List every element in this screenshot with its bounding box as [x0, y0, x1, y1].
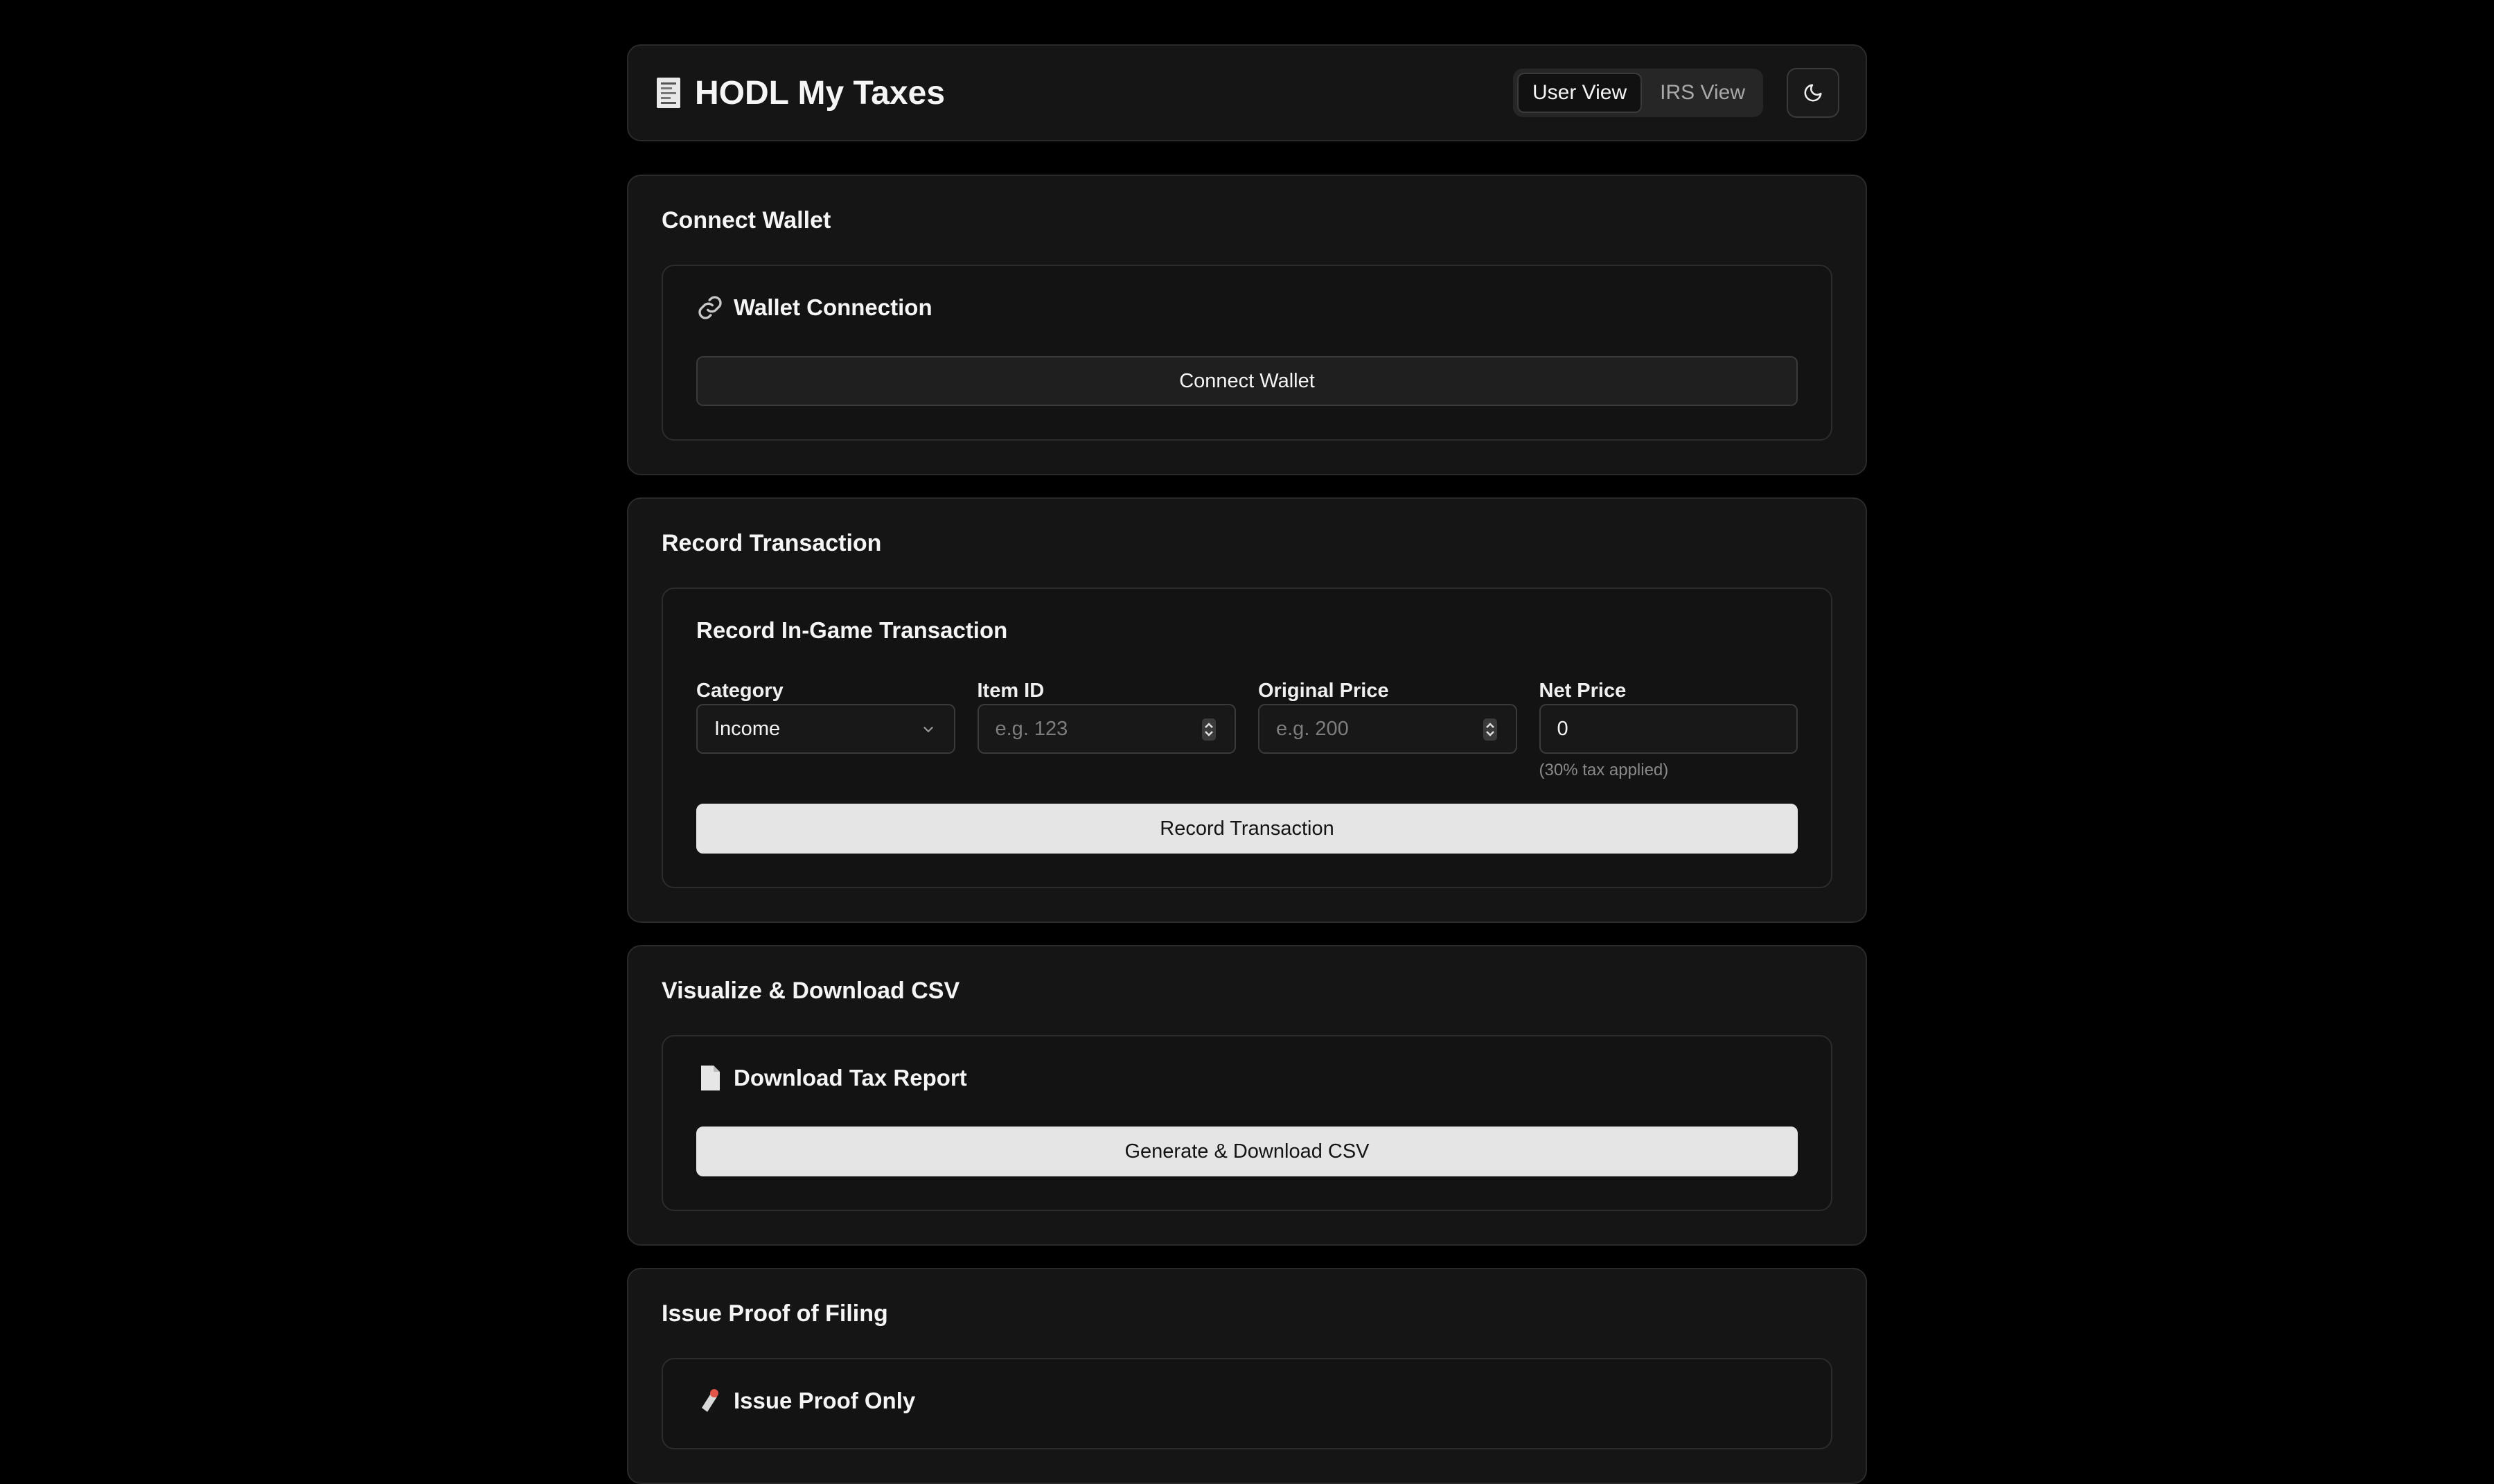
- item-id-label: Item ID: [977, 680, 1045, 702]
- category-select[interactable]: Income: [696, 704, 955, 754]
- generate-csv-button[interactable]: Generate & Download CSV: [696, 1127, 1798, 1176]
- original-price-placeholder: e.g. 200: [1276, 717, 1349, 740]
- connect-wallet-section: Connect Wallet Wallet Connection Connect…: [627, 175, 1867, 475]
- card-title: Record In-Game Transaction: [696, 617, 1008, 643]
- original-price-field: Original Price e.g. 200: [1258, 679, 1517, 780]
- item-id-field: Item ID e.g. 123: [977, 679, 1236, 780]
- original-price-label: Original Price: [1258, 680, 1389, 702]
- section-title: Issue Proof of Filing: [662, 1300, 888, 1327]
- item-id-placeholder: e.g. 123: [995, 717, 1068, 740]
- view-toggle: User View IRS View: [1513, 69, 1763, 117]
- app-container: HODL My Taxes User View IRS View Connect…: [627, 44, 1867, 1484]
- net-price-field: Net Price 0 (30% tax applied): [1539, 679, 1798, 780]
- stepper-icon[interactable]: [1201, 718, 1217, 741]
- moon-icon: [1804, 84, 1822, 102]
- stepper-icon[interactable]: [1483, 718, 1498, 741]
- item-id-input[interactable]: e.g. 123: [977, 704, 1236, 754]
- wallet-connection-card: Wallet Connection Connect Wallet: [662, 265, 1832, 441]
- issue-proof-card: Issue Proof Only: [662, 1358, 1832, 1449]
- app-title: HODL My Taxes: [655, 74, 945, 112]
- theme-toggle-button[interactable]: [1787, 68, 1839, 118]
- app-header: HODL My Taxes User View IRS View: [627, 44, 1867, 141]
- proof-section: Issue Proof of Filing Issue Proof Only: [627, 1268, 1867, 1484]
- document-icon: [701, 1066, 720, 1090]
- category-label: Category: [696, 680, 784, 702]
- net-price-hint: (30% tax applied): [1539, 761, 1669, 779]
- original-price-input[interactable]: e.g. 200: [1258, 704, 1517, 754]
- record-transaction-section: Record Transaction Record In-Game Transa…: [627, 497, 1867, 923]
- user-view-tab[interactable]: User View: [1517, 73, 1643, 113]
- net-price-input[interactable]: 0: [1539, 704, 1798, 754]
- stamp-icon: [702, 1389, 718, 1412]
- transaction-fields: Category Income Item ID e.g. 123 Origina…: [696, 679, 1798, 780]
- download-report-card: Download Tax Report Generate & Download …: [662, 1035, 1832, 1211]
- connect-wallet-button[interactable]: Connect Wallet: [696, 356, 1798, 406]
- record-transaction-card: Record In-Game Transaction Category Inco…: [662, 588, 1832, 888]
- section-title: Connect Wallet: [662, 207, 831, 233]
- net-price-value: 0: [1557, 717, 1568, 740]
- irs-view-tab[interactable]: IRS View: [1646, 73, 1759, 113]
- card-title-text: Download Tax Report: [734, 1065, 967, 1090]
- category-field: Category Income: [696, 679, 955, 780]
- section-title: Record Transaction: [662, 530, 882, 556]
- visualize-section: Visualize & Download CSV Download Tax Re…: [627, 945, 1867, 1246]
- net-price-label: Net Price: [1539, 680, 1627, 702]
- section-title: Visualize & Download CSV: [662, 978, 960, 1004]
- card-title: Wallet Connection: [696, 294, 1798, 321]
- card-title: Download Tax Report: [696, 1064, 1798, 1092]
- card-title: Issue Proof Only: [696, 1387, 1798, 1415]
- category-value: Income: [714, 717, 781, 740]
- link-icon: [698, 296, 722, 319]
- chevron-down-icon: [923, 727, 933, 732]
- receipt-icon: [657, 78, 680, 108]
- app-title-text: HODL My Taxes: [695, 74, 946, 112]
- card-title-text: Wallet Connection: [734, 294, 932, 320]
- record-transaction-button[interactable]: Record Transaction: [696, 804, 1798, 854]
- card-title-text: Issue Proof Only: [734, 1388, 916, 1413]
